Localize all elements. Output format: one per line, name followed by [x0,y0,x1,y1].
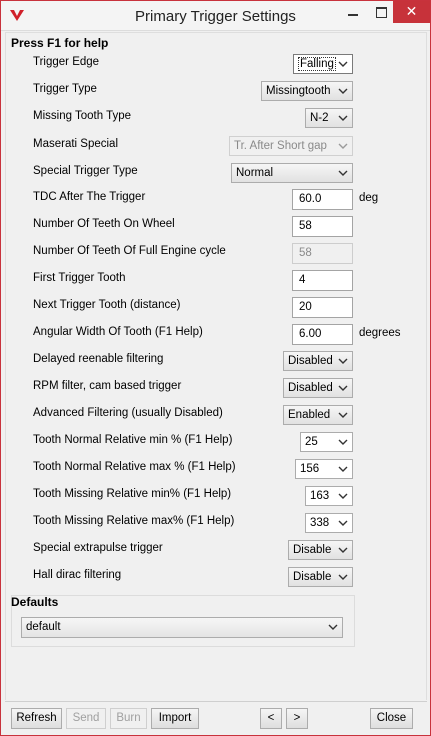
normal-min-select[interactable]: 25 [300,432,353,452]
burn-button[interactable]: Burn [110,708,147,729]
field-label: Tooth Normal Relative max % (F1 Help) [33,461,236,473]
missing-max-select[interactable]: 338 [305,513,353,533]
row-tdc-after-trigger: TDC After The Trigger 60.0 deg [33,189,423,211]
field-label: Advanced Filtering (usually Disabled) [33,407,223,419]
defaults-title: Defaults [11,595,59,609]
field-label: Trigger Type [33,83,97,95]
chevron-down-icon [338,547,348,553]
row-missing-tooth-type: Missing Tooth Type N-2 [33,108,423,130]
chevron-down-icon [338,358,348,364]
row-special-trigger-type: Special Trigger Type Normal [33,163,423,185]
import-button[interactable]: Import [151,708,199,729]
field-label: Special extrapulse trigger [33,542,163,554]
chevron-down-icon [338,439,348,445]
field-label: Tooth Normal Relative min % (F1 Help) [33,434,233,446]
chevron-down-icon [338,61,348,67]
row-maserati-special: Maserati Special Tr. After Short gap [33,136,423,158]
settings-window: Primary Trigger Settings ✕ Press F1 for … [0,0,431,736]
missing-tooth-type-select[interactable]: N-2 [305,108,353,128]
chevron-down-icon [338,385,348,391]
chevron-down-icon [338,88,348,94]
first-trigger-tooth-input[interactable]: 4 [292,270,353,291]
tdc-after-trigger-input[interactable]: 60.0 [292,189,353,210]
chevron-down-icon [338,493,348,499]
trigger-type-select[interactable]: Missingtooth [261,81,353,101]
chevron-down-icon [338,143,348,149]
normal-max-select[interactable]: 156 [295,459,353,479]
angular-width-input[interactable]: 6.00 [292,324,353,345]
unit-label: degrees [359,327,401,339]
advanced-filtering-select[interactable]: Enabled [283,405,353,425]
field-label: First Trigger Tooth [33,272,126,284]
teeth-on-wheel-input[interactable]: 58 [292,216,353,237]
next-trigger-tooth-input[interactable]: 20 [292,297,353,318]
maserati-special-select[interactable]: Tr. After Short gap [229,136,353,156]
chevron-down-icon [338,520,348,526]
chevron-down-icon [328,624,338,630]
chevron-down-icon [338,170,348,176]
hall-dirac-select[interactable]: Disable [288,567,353,587]
row-angular-width: Angular Width Of Tooth (F1 Help) 6.00 de… [33,324,423,346]
field-label: Maserati Special [33,138,119,150]
field-label: Angular Width Of Tooth (F1 Help) [33,326,203,338]
row-next-trigger-tooth: Next Trigger Tooth (distance) 20 [33,297,423,319]
chevron-down-icon [338,466,348,472]
defaults-select[interactable]: default [21,617,343,638]
row-normal-max: Tooth Normal Relative max % (F1 Help) 15… [33,459,423,481]
field-label: TDC After The Trigger [33,191,146,203]
field-label: Number Of Teeth Of Full Engine cycle [33,245,226,257]
chevron-down-icon [338,115,348,121]
field-label: RPM filter, cam based trigger [33,380,182,392]
row-first-trigger-tooth: First Trigger Tooth 4 [33,270,423,292]
row-special-extrapulse: Special extrapulse trigger Disable [33,540,423,562]
field-label: Number Of Teeth On Wheel [33,218,175,230]
special-extrapulse-select[interactable]: Disable [288,540,353,560]
field-label: Trigger Edge [33,56,100,68]
next-button[interactable]: > [286,708,308,729]
field-label: Hall dirac filtering [33,569,122,581]
refresh-button[interactable]: Refresh [11,708,62,729]
row-missing-min: Tooth Missing Relative min% (F1 Help) 16… [33,486,423,508]
prev-button[interactable]: < [260,708,282,729]
row-trigger-type: Trigger Type Missingtooth [33,81,423,103]
row-rpm-filter: RPM filter, cam based trigger Disabled [33,378,423,400]
unit-label: deg [359,192,379,204]
minimize-button[interactable] [339,1,367,23]
help-hint: Press F1 for help [11,36,109,50]
trigger-edge-select[interactable]: Falling [293,54,353,74]
field-label: Missing Tooth Type [33,110,132,122]
rpm-filter-select[interactable]: Disabled [283,378,353,398]
special-trigger-type-select[interactable]: Normal [231,163,353,183]
field-label: Delayed reenable filtering [33,353,164,365]
field-label: Next Trigger Tooth (distance) [33,299,181,311]
send-button[interactable]: Send [66,708,106,729]
chevron-down-icon [338,574,348,580]
delayed-reenable-select[interactable]: Disabled [283,351,353,371]
chevron-down-icon [338,412,348,418]
close-window-button[interactable]: ✕ [393,1,430,23]
field-label: Tooth Missing Relative min% (F1 Help) [33,488,232,500]
row-trigger-edge: Trigger Edge Falling [33,54,423,76]
field-label: Special Trigger Type [33,165,138,177]
row-teeth-full-cycle: Number Of Teeth Of Full Engine cycle 58 [33,243,423,265]
row-missing-max: Tooth Missing Relative max% (F1 Help) 33… [33,513,423,535]
missing-min-select[interactable]: 163 [305,486,353,506]
row-teeth-on-wheel: Number Of Teeth On Wheel 58 [33,216,423,238]
close-icon: ✕ [405,3,418,19]
teeth-full-cycle-input[interactable]: 58 [292,243,353,264]
title-bar: Primary Trigger Settings ✕ [1,1,430,31]
field-label: Tooth Missing Relative max% (F1 Help) [33,515,235,527]
close-button[interactable]: Close [370,708,413,729]
row-hall-dirac: Hall dirac filtering Disable [33,567,423,589]
row-delayed-reenable: Delayed reenable filtering Disabled [33,351,423,373]
row-advanced-filtering: Advanced Filtering (usually Disabled) En… [33,405,423,427]
maximize-button[interactable] [367,1,395,23]
row-normal-min: Tooth Normal Relative min % (F1 Help) 25 [33,432,423,454]
